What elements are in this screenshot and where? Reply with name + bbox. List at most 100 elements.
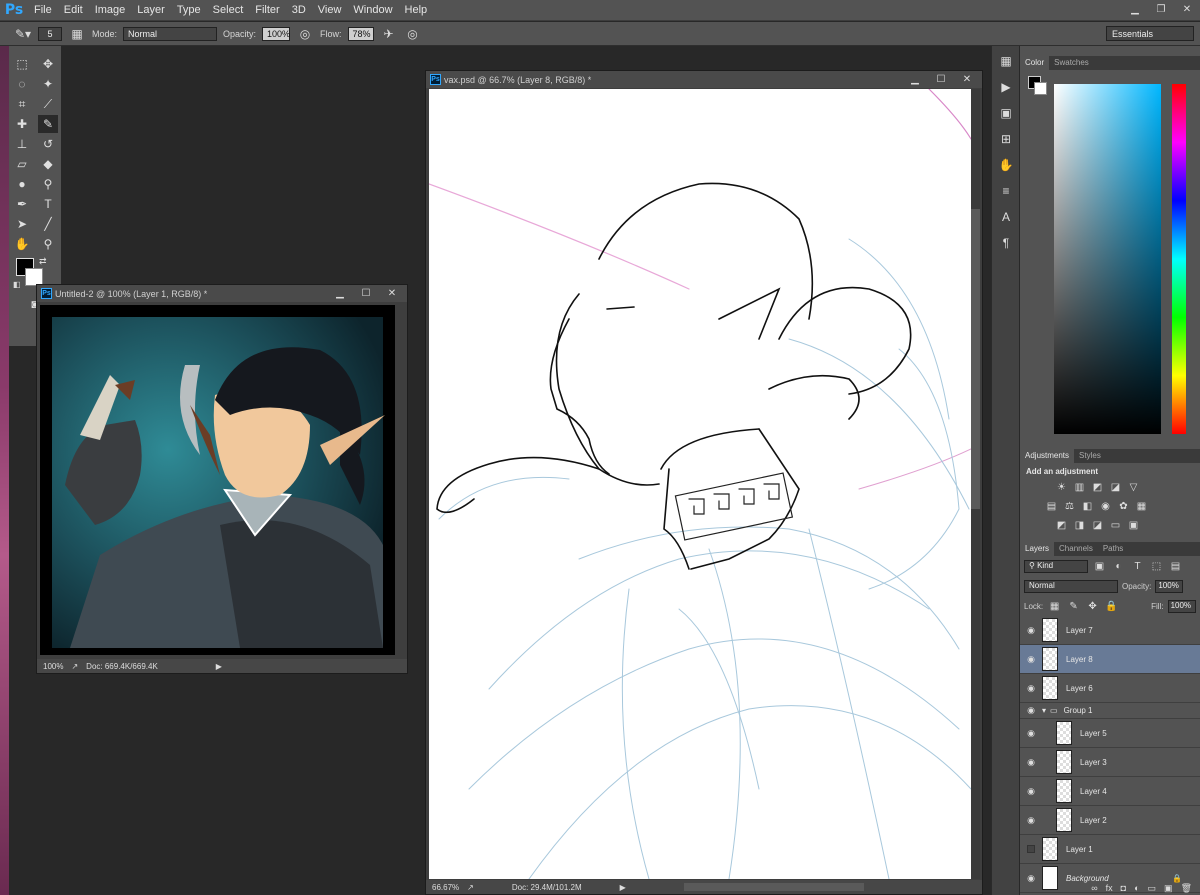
pressure-opacity-icon[interactable]: ◎ — [296, 25, 314, 43]
visibility-off-icon[interactable] — [1020, 845, 1042, 853]
layer-mask-icon[interactable]: ◘ — [1121, 883, 1126, 893]
horizontal-scrollbar[interactable] — [683, 883, 864, 891]
tab-styles[interactable]: Styles — [1074, 449, 1106, 463]
healing-brush-icon[interactable]: ✚ — [12, 115, 32, 133]
color-balance-icon[interactable]: ⚖ — [1062, 499, 1077, 514]
actions-panel-icon[interactable]: ▶ — [995, 76, 1017, 98]
tab-swatches[interactable]: Swatches — [1049, 56, 1094, 70]
move-tool-icon[interactable]: ✥ — [38, 55, 58, 73]
restore-icon[interactable]: ❐ — [1148, 0, 1174, 18]
menu-layer[interactable]: Layer — [131, 0, 171, 21]
curves-icon[interactable]: ◩ — [1090, 480, 1105, 495]
threshold-icon[interactable]: ◪ — [1090, 518, 1105, 533]
canvas-area[interactable] — [428, 88, 972, 880]
tab-layers[interactable]: Layers — [1020, 542, 1055, 556]
new-layer-icon[interactable]: ▣ — [1164, 883, 1173, 894]
canvas-area[interactable] — [40, 305, 395, 655]
minimize-icon[interactable]: ▁ — [327, 285, 353, 301]
visibility-eye-icon[interactable]: ◉ — [1020, 654, 1042, 665]
new-group-icon[interactable]: ▭ — [1148, 883, 1157, 894]
filter-shape-icon[interactable]: ⬚ — [1149, 559, 1164, 574]
character-panel-icon[interactable]: A — [995, 206, 1017, 228]
visibility-eye-icon[interactable]: ◉ — [1020, 683, 1042, 694]
layer-filter-select[interactable]: ⚲ Kind — [1024, 559, 1088, 573]
menu-type[interactable]: Type — [171, 0, 207, 21]
layer-row[interactable]: Layer 1 — [1020, 835, 1200, 864]
zoom-level[interactable]: 66.67% — [432, 883, 459, 892]
layer-group-row[interactable]: ◉ ▾ ▭ Group 1 — [1020, 703, 1200, 719]
workspace-select[interactable]: Essentials — [1106, 26, 1194, 41]
delete-layer-icon[interactable]: 🗑 — [1181, 883, 1192, 894]
lasso-tool-icon[interactable]: ◌ — [12, 75, 32, 93]
dodge-tool-icon[interactable]: ⚲ — [38, 175, 58, 193]
filter-smart-icon[interactable]: ▤ — [1168, 559, 1183, 574]
channel-mixer-icon[interactable]: ✿ — [1116, 499, 1131, 514]
pen-tool-icon[interactable]: ✒ — [12, 195, 32, 213]
document-titlebar[interactable]: Ps vax.psd @ 66.7% (Layer 8, RGB/8) * ▁ … — [426, 71, 982, 88]
photo-filter-icon[interactable]: ◉ — [1098, 499, 1113, 514]
default-colors-icon[interactable]: ◧ — [13, 280, 21, 289]
visibility-eye-icon[interactable]: ◉ — [1020, 705, 1042, 716]
gradient-map-icon[interactable]: ▭ — [1108, 518, 1123, 533]
hand-tool-icon[interactable]: ✋ — [12, 235, 32, 253]
menu-filter[interactable]: Filter — [249, 0, 285, 21]
visibility-eye-icon[interactable]: ◉ — [1020, 728, 1042, 739]
mode-select[interactable]: Normal — [123, 26, 218, 41]
layer-style-icon[interactable]: fx — [1106, 883, 1113, 893]
filter-adjustment-icon[interactable]: ◐ — [1111, 559, 1126, 574]
layer-row[interactable]: ◉ Layer 2 — [1020, 806, 1200, 835]
posterize-icon[interactable]: ◨ — [1072, 518, 1087, 533]
line-tool-icon[interactable]: ╱ — [38, 215, 58, 233]
visibility-eye-icon[interactable]: ◉ — [1020, 625, 1042, 636]
layer-row[interactable]: ◉ Layer 3 — [1020, 748, 1200, 777]
vibrance-icon[interactable]: ▽ — [1126, 480, 1141, 495]
clone-source-icon[interactable]: ⊞ — [995, 128, 1017, 150]
eyedropper-icon[interactable]: ⟋ — [38, 95, 58, 113]
adjustment-layer-icon[interactable]: ◐ — [1134, 883, 1139, 893]
status-menu-arrow-icon[interactable]: ▶ — [620, 883, 626, 892]
group-expand-icon[interactable]: ▾ — [1042, 706, 1046, 715]
tool-presets-icon[interactable]: ✋ — [995, 154, 1017, 176]
opacity-input[interactable]: 100% — [262, 26, 290, 41]
lock-all-icon[interactable]: 🔒 — [1104, 599, 1119, 614]
export-icon[interactable]: ↗ — [71, 662, 78, 671]
blend-mode-select[interactable]: Normal — [1024, 579, 1118, 593]
lock-pixels-icon[interactable]: ✎ — [1066, 599, 1081, 614]
brush-preset-icon[interactable]: ✎▾ — [14, 25, 32, 43]
airbrush-icon[interactable]: ✈ — [380, 25, 398, 43]
close-icon[interactable]: ✕ — [379, 285, 405, 301]
brush-size-picker[interactable]: 5 — [38, 26, 62, 41]
type-tool-icon[interactable]: T — [38, 195, 58, 213]
tab-color[interactable]: Color — [1020, 56, 1050, 70]
minimize-icon[interactable]: ▁ — [902, 71, 928, 87]
filter-pixel-icon[interactable]: ▣ — [1092, 559, 1107, 574]
visibility-eye-icon[interactable]: ◉ — [1020, 786, 1042, 797]
brightness-contrast-icon[interactable]: ☀ — [1054, 480, 1069, 495]
paint-bucket-icon[interactable]: ◆ — [38, 155, 58, 173]
hue-saturation-icon[interactable]: ▤ — [1044, 499, 1059, 514]
visibility-eye-icon[interactable]: ◉ — [1020, 757, 1042, 768]
menu-view[interactable]: View — [312, 0, 348, 21]
zoom-level[interactable]: 100% — [43, 662, 63, 671]
paragraph-panel-icon[interactable]: ¶ — [995, 232, 1017, 254]
brush-tool-icon[interactable]: ✎ — [38, 115, 58, 133]
menu-select[interactable]: Select — [207, 0, 250, 21]
background-color-swatch[interactable] — [1034, 82, 1047, 95]
visibility-eye-icon[interactable]: ◉ — [1020, 815, 1042, 826]
swap-colors-icon[interactable]: ⇄ — [39, 256, 47, 267]
pressure-size-icon[interactable]: ◎ — [404, 25, 422, 43]
properties-icon[interactable]: ≡ — [995, 180, 1017, 202]
black-white-icon[interactable]: ◧ — [1080, 499, 1095, 514]
menu-3d[interactable]: 3D — [286, 0, 312, 21]
brush-presets-icon[interactable]: ▣ — [995, 102, 1017, 124]
crop-tool-icon[interactable]: ⌗ — [12, 95, 32, 113]
document-titlebar[interactable]: Ps Untitled-2 @ 100% (Layer 1, RGB/8) * … — [37, 285, 407, 302]
filter-type-icon[interactable]: T — [1130, 559, 1145, 574]
path-selection-icon[interactable]: ➤ — [12, 215, 32, 233]
status-menu-arrow-icon[interactable]: ▶ — [216, 662, 222, 671]
maximize-icon[interactable]: ☐ — [353, 285, 379, 301]
tab-adjustments[interactable]: Adjustments — [1020, 449, 1075, 463]
layer-row[interactable]: ◉ Layer 5 — [1020, 719, 1200, 748]
layer-opacity-input[interactable]: 100% — [1155, 579, 1184, 593]
layer-row[interactable]: ◉ Layer 6 — [1020, 674, 1200, 703]
